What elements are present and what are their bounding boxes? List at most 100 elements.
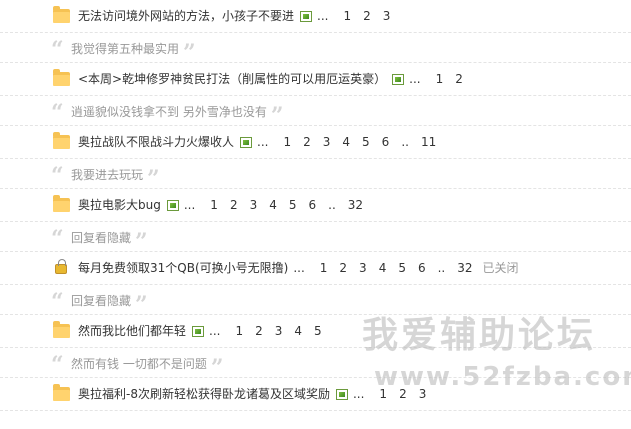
quote-text: 我要进去玩玩 — [71, 168, 144, 182]
image-attachment-icon — [335, 389, 348, 400]
page-link[interactable]: 2 — [455, 72, 463, 87]
page-link[interactable]: 1 — [210, 198, 218, 213]
thread-row: 奥拉福利-8次刷新轻松获得卧龙诸葛及区域奖励... 1 2 3 — [0, 378, 631, 411]
page-link[interactable]: 3 — [383, 9, 391, 24]
page-gap: .. — [328, 198, 336, 212]
thread-title-link[interactable]: 奥拉福利-8次刷新轻松获得卧龙诸葛及区域奖励 — [78, 387, 330, 402]
folder-icon — [53, 384, 70, 401]
thread-row: <本周>乾坤修罗神贫民打法（削属性的可以用厄运英豪）... 1 2 — [0, 63, 631, 96]
folder-icon — [53, 6, 70, 23]
page-link[interactable]: 4 — [379, 261, 387, 276]
image-attachment-icon — [392, 74, 405, 85]
thread-line: 无法访问境外网站的方法，小孩子不要进... 1 2 3 — [78, 9, 390, 24]
open-quote-mark: “ — [51, 289, 64, 315]
quote-text: 回复看隐藏 — [71, 231, 132, 245]
pagination-ellipsis: ... — [293, 261, 305, 275]
page-link[interactable]: 3 — [323, 135, 331, 150]
page-link[interactable]: 1 — [235, 324, 243, 339]
thread-line: 每月免费领取31个QB(可换小号无限撸)... 1 2 3 4 5 6.. 32 已关闭 — [78, 261, 519, 276]
page-link[interactable]: 2 — [303, 135, 311, 150]
thread-row: 奥拉战队不限战斗力火爆收人... 1 2 3 4 5 6.. 11 — [0, 126, 631, 159]
thread-title-link[interactable]: 无法访问境外网站的方法，小孩子不要进 — [78, 9, 294, 24]
thread-line: 然而我比他们都年轻... 1 2 3 4 5 — [78, 324, 322, 339]
page-link[interactable]: 4 — [342, 135, 350, 150]
page-link[interactable]: 2 — [255, 324, 263, 339]
quote-text: 回复看隐藏 — [71, 294, 132, 308]
thread-title-link[interactable]: 奥拉战队不限战斗力火爆收人 — [78, 135, 234, 150]
page-link[interactable]: 2 — [363, 9, 371, 24]
close-quote-mark: ” — [147, 166, 160, 192]
folder-icon — [53, 321, 70, 338]
page-link[interactable]: 2 — [399, 387, 407, 402]
thread-line: 奥拉电影大bug... 1 2 3 4 5 6.. 32 — [78, 198, 363, 213]
last-reply-quote: “ 我觉得第五种最实用” — [0, 33, 631, 64]
folder-icon — [53, 132, 70, 149]
page-link[interactable]: 4 — [269, 198, 277, 213]
thread-pagination: 123 — [367, 387, 426, 402]
page-gap: .. — [401, 135, 409, 149]
quote-line: 然而有钱 一切都不是问题” — [71, 357, 223, 379]
pagination-ellipsis: ... — [352, 387, 365, 401]
thread-pagination: 123 — [331, 9, 390, 24]
page-link[interactable]: 6 — [418, 261, 426, 276]
open-quote-mark: “ — [51, 37, 64, 63]
page-link[interactable]: 11 — [421, 135, 436, 150]
folder-icon — [53, 69, 70, 86]
page-link[interactable]: 2 — [230, 198, 238, 213]
thread-pagination: 1 2 3 4 5 6.. 32 — [308, 261, 473, 276]
last-reply-quote: “ 回复看隐藏” — [0, 285, 631, 316]
thread-line: <本周>乾坤修罗神贫民打法（削属性的可以用厄运英豪）... 1 2 — [78, 72, 463, 87]
page-link[interactable]: 1 — [436, 72, 444, 87]
page-link[interactable]: 2 — [339, 261, 347, 276]
quote-line: 我觉得第五种最实用” — [71, 42, 196, 64]
close-quote-mark: ” — [270, 103, 284, 129]
page-link[interactable]: 5 — [398, 261, 406, 276]
page-link[interactable]: 32 — [457, 261, 472, 276]
close-quote-mark: ” — [135, 229, 148, 255]
page-link[interactable]: 3 — [419, 387, 427, 402]
close-quote-mark: ” — [183, 40, 196, 66]
page-link[interactable]: 3 — [359, 261, 367, 276]
pagination-ellipsis: ... — [317, 9, 329, 23]
page-link[interactable]: 4 — [294, 324, 302, 339]
page-link[interactable]: 3 — [275, 324, 283, 339]
page-link[interactable]: 5 — [289, 198, 297, 213]
close-quote-mark: ” — [210, 355, 224, 381]
thread-list: 无法访问境外网站的方法，小孩子不要进... 1 2 3 “我觉得第五种最实用” <本周>乾… — [0, 0, 631, 411]
thread-row: 每月免费领取31个QB(可换小号无限撸)... 1 2 3 4 5 6.. 32 已关闭 — [0, 252, 631, 285]
thread-title-link[interactable]: 然而我比他们都年轻 — [78, 324, 186, 339]
page-link[interactable]: 5 — [362, 135, 370, 150]
pagination-ellipsis: ... — [257, 135, 269, 149]
lock-icon — [55, 259, 67, 274]
thread-row: 无法访问境外网站的方法，小孩子不要进... 1 2 3 — [0, 0, 631, 33]
last-reply-quote: “ 我要进去玩玩” — [0, 159, 631, 190]
thread-pagination: 12 — [424, 72, 463, 87]
thread-title-link[interactable]: 每月免费领取31个QB(可换小号无限撸) — [78, 261, 288, 276]
folder-icon — [53, 195, 70, 212]
page-link[interactable]: 1 — [343, 9, 351, 24]
page-link[interactable]: 6 — [382, 135, 390, 150]
page-link[interactable]: 3 — [250, 198, 258, 213]
thread-pagination: 12345 — [223, 324, 321, 339]
page-link[interactable]: 6 — [309, 198, 317, 213]
page-link[interactable]: 1 — [283, 135, 291, 150]
thread-title-link[interactable]: <本周>乾坤修罗神贫民打法（削属性的可以用厄运英豪） — [78, 72, 386, 87]
thread-line: 奥拉战队不限战斗力火爆收人... 1 2 3 4 5 6.. 11 — [78, 135, 436, 150]
thread-row: 然而我比他们都年轻... 1 2 3 4 5 — [0, 315, 631, 348]
last-reply-quote: “ 逍遥貌似没钱拿不到 另外雪净也没有” — [0, 96, 631, 127]
quote-line: 我要进去玩玩” — [71, 168, 160, 190]
quote-line: 逍遥貌似没钱拿不到 另外雪净也没有” — [71, 105, 283, 127]
page-link[interactable]: 5 — [314, 324, 322, 339]
image-attachment-icon — [166, 200, 179, 211]
page-gap: .. — [437, 261, 446, 275]
close-quote-mark: ” — [135, 292, 148, 318]
page-link[interactable]: 1 — [320, 261, 328, 276]
quote-text: 然而有钱 一切都不是问题 — [71, 357, 207, 371]
page-link[interactable]: 32 — [348, 198, 363, 213]
page-link[interactable]: 1 — [379, 387, 387, 402]
thread-line: 奥拉福利-8次刷新轻松获得卧龙诸葛及区域奖励... 1 2 3 — [78, 387, 426, 402]
open-quote-mark: “ — [51, 163, 64, 189]
quote-line: 回复看隐藏” — [71, 294, 148, 316]
thread-title-link[interactable]: 奥拉电影大bug — [78, 198, 161, 213]
last-reply-quote: “ 回复看隐藏” — [0, 222, 631, 255]
